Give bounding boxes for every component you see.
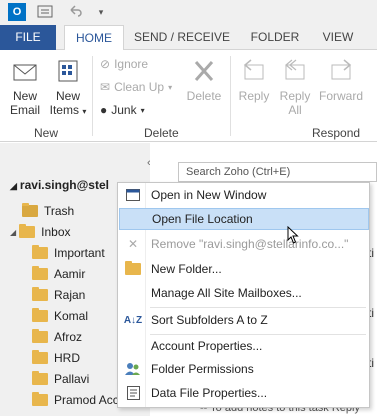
reply-all-label-1: Reply: [279, 89, 311, 103]
menu-item-folder-permissions[interactable]: Folder Permissions: [119, 358, 369, 380]
send-receive-icon[interactable]: [36, 3, 54, 21]
new-items-label-1: New: [55, 89, 80, 103]
folder-item-aamir[interactable]: Aamir: [32, 264, 85, 284]
properties-icon: [119, 386, 147, 400]
folder-icon: [32, 371, 48, 385]
search-input[interactable]: Search Zoho (Ctrl+E): [178, 162, 377, 182]
ribbon: New Email New Items ▾ New ⊘ Ignore ✉ Clean…: [0, 50, 377, 142]
folder-item-hrd[interactable]: HRD: [32, 348, 80, 368]
undo-icon[interactable]: [66, 3, 84, 21]
collapse-triangle-icon[interactable]: ◢: [10, 228, 16, 237]
reply-all-button[interactable]: Reply All: [276, 56, 314, 117]
new-email-icon: [13, 56, 37, 81]
tab-view[interactable]: VIEW: [316, 25, 360, 50]
menu-item-data-file-properties[interactable]: Data File Properties...: [119, 382, 369, 404]
folder-item-important[interactable]: Important: [32, 243, 105, 263]
group-separator: [230, 56, 231, 136]
folder-item-pramod[interactable]: Pramod Acc: [32, 390, 119, 410]
folder-item-komal[interactable]: Komal: [32, 306, 88, 326]
clean-up-icon: ✉: [100, 80, 111, 94]
folder-icon: [32, 245, 48, 259]
new-email-label-2: Email: [9, 103, 40, 117]
ignore-button[interactable]: ⊘ Ignore: [100, 57, 148, 71]
forward-icon: [331, 59, 352, 80]
folder-item-pallavi[interactable]: Pallavi: [32, 369, 89, 389]
group-separator: [92, 56, 93, 136]
new-window-icon: [119, 189, 147, 201]
account-header[interactable]: ◢ ravi.singh@stel: [10, 178, 109, 192]
customize-icon[interactable]: ▾: [92, 3, 110, 21]
new-items-button[interactable]: New Items ▾: [48, 56, 88, 119]
group-label-new: New: [34, 126, 59, 140]
clean-up-button[interactable]: ✉ Clean Up ▾: [100, 80, 172, 94]
forward-button[interactable]: Forward: [316, 56, 366, 103]
junk-icon: ●: [100, 103, 108, 117]
new-email-button[interactable]: New Email: [6, 56, 44, 117]
mouse-cursor-icon: [287, 226, 299, 244]
group-label-delete: Delete: [144, 126, 179, 140]
menu-item-manage-site-mailboxes[interactable]: Manage All Site Mailboxes...: [119, 282, 369, 304]
ribbon-tabs: FILE HOME SEND / RECEIVE FOLDER VIEW: [0, 25, 377, 51]
folder-icon: [32, 308, 48, 322]
menu-item-open-file-location[interactable]: Open File Location: [119, 208, 369, 230]
folder-item-rajan[interactable]: Rajan: [32, 285, 85, 305]
folder-item-afroz[interactable]: Afroz: [32, 327, 82, 347]
menu-item-new-folder[interactable]: New Folder...: [119, 258, 369, 280]
delete-button[interactable]: Delete: [184, 56, 224, 103]
ignore-icon: ⊘: [100, 57, 111, 71]
folder-icon: [119, 261, 147, 275]
sort-az-icon: A↓Z: [123, 314, 143, 326]
tab-file[interactable]: FILE: [0, 25, 56, 50]
reply-icon: [243, 59, 264, 80]
new-items-icon: [58, 60, 78, 82]
new-email-label-1: New: [12, 89, 37, 103]
folder-item-trash[interactable]: Trash: [22, 201, 74, 221]
delete-icon: [194, 61, 214, 81]
folder-icon: [32, 287, 48, 301]
collapse-triangle-icon[interactable]: ◢: [10, 181, 17, 191]
menu-item-open-new-window[interactable]: Open in New Window: [119, 184, 369, 206]
outlook-logo-icon: O: [8, 3, 26, 21]
reply-button[interactable]: Reply: [236, 56, 272, 103]
folder-icon: [32, 329, 48, 343]
title-bar: O ▾: [0, 0, 377, 25]
reply-label: Reply: [238, 89, 270, 103]
menu-item-account-properties[interactable]: Account Properties...: [119, 335, 369, 357]
group-label-respond: Respond: [312, 126, 361, 140]
inbox-icon: [19, 224, 36, 238]
menu-separator: [150, 307, 366, 308]
menu-item-remove-account[interactable]: ✕ Remove "ravi.singh@stellarinfo.co...": [119, 233, 369, 255]
reply-all-label-2: All: [288, 103, 302, 117]
junk-button[interactable]: ● Junk ▾: [100, 103, 145, 117]
delete-label: Delete: [186, 89, 222, 103]
folder-icon: [32, 392, 48, 406]
folder-icon: [32, 266, 48, 280]
new-items-label-2: Items ▾: [49, 103, 87, 117]
context-menu: Open in New Window Open File Location ✕ …: [117, 182, 370, 408]
remove-icon: ✕: [127, 237, 139, 251]
tab-folder[interactable]: FOLDER: [246, 25, 304, 50]
menu-item-sort-subfolders[interactable]: A↓Z Sort Subfolders A to Z: [119, 309, 369, 331]
forward-label: Forward: [318, 89, 363, 103]
permissions-icon: [119, 362, 147, 376]
folder-icon: [32, 350, 48, 364]
tab-send-receive[interactable]: SEND / RECEIVE: [132, 25, 232, 50]
tab-home[interactable]: HOME: [64, 25, 124, 51]
folder-icon: [22, 203, 38, 217]
folder-item-inbox[interactable]: ◢ Inbox: [10, 222, 71, 242]
reply-all-icon: [285, 59, 305, 80]
